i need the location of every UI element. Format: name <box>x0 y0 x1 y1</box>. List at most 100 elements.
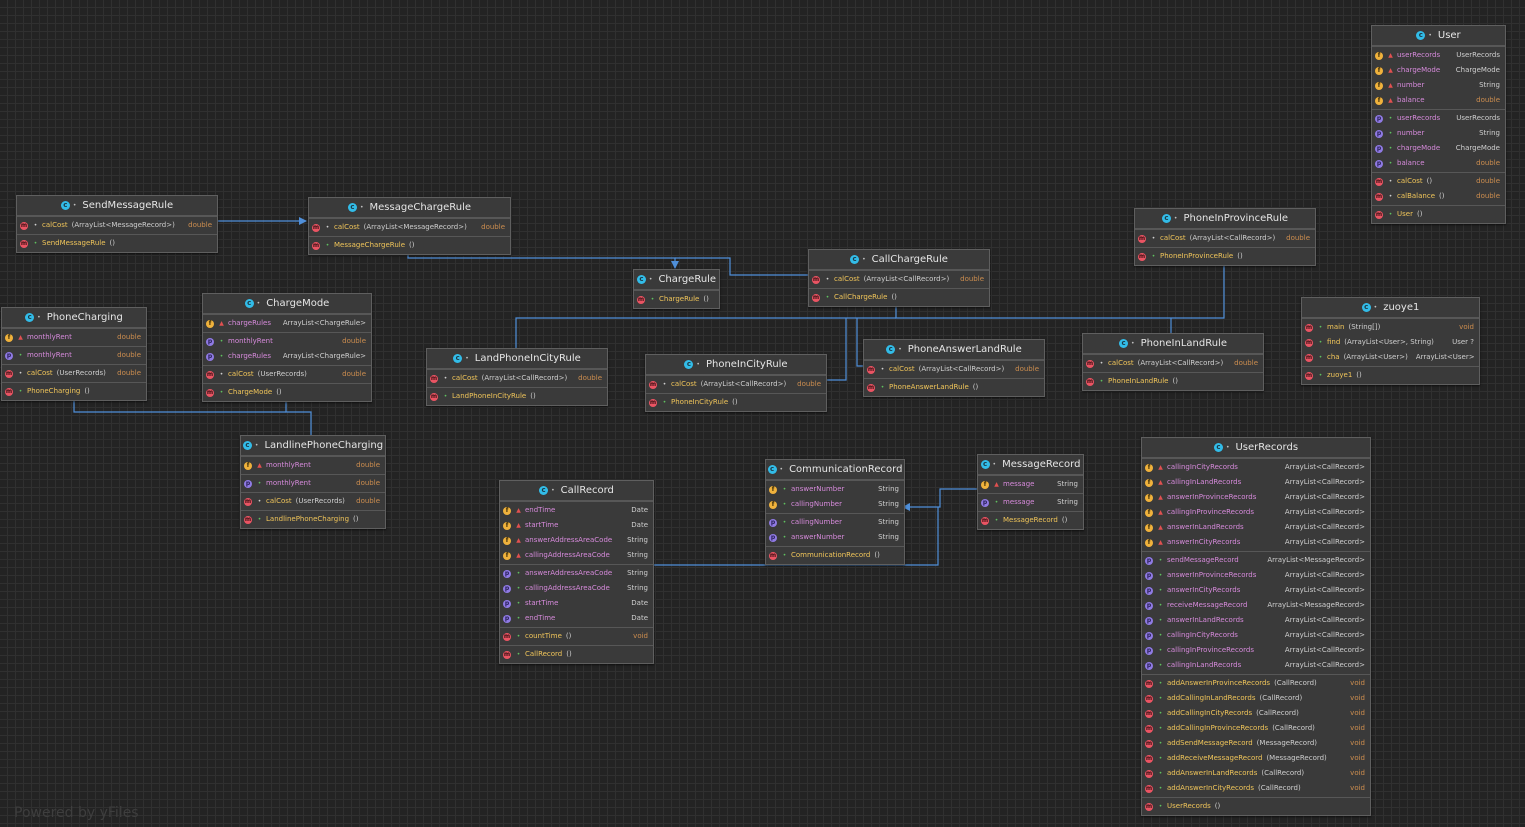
field-row[interactable]: f • callingNumber String <box>766 497 904 512</box>
method-row[interactable]: m • PhoneInCityRule() <box>646 395 826 410</box>
class-header[interactable]: c • zuoye1 <box>1302 298 1479 318</box>
class-header[interactable]: c • ChargeMode <box>203 294 371 314</box>
class-message-charge-rule[interactable]: c • MessageChargeRule m • calCost (ArrayList<M… <box>308 197 511 255</box>
method-row[interactable]: m • calCost (ArrayList<MessageRecord>) doubl… <box>309 220 510 235</box>
class-header[interactable]: c • CommunicationRecord <box>766 460 904 480</box>
method-row[interactable]: m • zuoye1() <box>1302 368 1479 383</box>
class-call-record[interactable]: c • CallRecord f ▲ endTime Date f ▲ startTime Date… <box>499 480 654 664</box>
class-communication-record[interactable]: c • CommunicationRecord f • answerNumber Strin… <box>765 459 905 565</box>
property-row[interactable]: p • callingInCityRecords ArrayList<CallReco… <box>1142 628 1370 643</box>
class-header[interactable]: c • LandlinePhoneCharging <box>241 436 385 456</box>
property-row[interactable]: p • number String <box>1372 126 1505 141</box>
method-row[interactable]: m • PhoneCharging() <box>2 384 146 399</box>
method-row[interactable]: m • ChargeMode() <box>203 385 371 400</box>
method-row[interactable]: m • LandPhoneInCityRule() <box>427 389 607 404</box>
method-row[interactable]: m • calCost() double <box>1372 174 1505 189</box>
class-phone-charging[interactable]: c • PhoneCharging f ▲ monthlyRent double p • mont… <box>1 307 147 401</box>
field-row[interactable]: f ▲ message String <box>978 477 1083 492</box>
field-row[interactable]: f ▲ chargeRules ArrayList<ChargeRule> <box>203 316 371 331</box>
field-row[interactable]: f ▲ monthlyRent double <box>241 458 385 473</box>
method-row[interactable]: m • SendMessageRule() <box>17 236 217 251</box>
property-row[interactable]: p • chargeRules ArrayList<ChargeRule> <box>203 349 371 364</box>
property-row[interactable]: p • monthlyRent double <box>2 348 146 363</box>
property-row[interactable]: p • message String <box>978 495 1083 510</box>
field-row[interactable]: f ▲ answerAddressAreaCode String <box>500 533 653 548</box>
class-call-charge-rule[interactable]: c • CallChargeRule m • calCost (ArrayList<Call… <box>808 249 990 307</box>
field-row[interactable]: f ▲ monthlyRent double <box>2 330 146 345</box>
class-phone-answer-land-rule[interactable]: c • PhoneAnswerLandRule m • calCost (ArrayList… <box>863 339 1045 397</box>
property-row[interactable]: p • answerAddressAreaCode String <box>500 566 653 581</box>
property-row[interactable]: p • chargeMode ChargeMode <box>1372 141 1505 156</box>
property-row[interactable]: p • sendMessageRecord ArrayList<MessageReco… <box>1142 553 1370 568</box>
method-row[interactable]: m • main (String[]) void <box>1302 320 1479 335</box>
class-header[interactable]: c • User <box>1372 26 1505 46</box>
class-zuoye1[interactable]: c • zuoye1 m • main (String[]) void m • find (Array… <box>1301 297 1480 385</box>
property-row[interactable]: p • receiveMessageRecord ArrayList<MessageR… <box>1142 598 1370 613</box>
field-row[interactable]: f ▲ chargeMode ChargeMode <box>1372 63 1505 78</box>
class-phone-in-city-rule[interactable]: c • PhoneInCityRule m • calCost (ArrayList<Cal… <box>645 354 827 412</box>
property-row[interactable]: p • monthlyRent double <box>203 334 371 349</box>
class-header[interactable]: c • PhoneInLandRule <box>1083 334 1263 354</box>
method-row[interactable]: m • addAnswerInLandRecords (CallRecord) void <box>1142 766 1370 781</box>
method-row[interactable]: m • calCost (UserRecords) double <box>2 366 146 381</box>
method-row[interactable]: m • addCallingInLandRecords (CallRecord) voi… <box>1142 691 1370 706</box>
class-message-record[interactable]: c • MessageRecord f ▲ message String p • message S… <box>977 454 1084 530</box>
class-header[interactable]: c • CallRecord <box>500 481 653 501</box>
field-row[interactable]: f ▲ answerInProvinceRecords ArrayList<CallR… <box>1142 490 1370 505</box>
property-row[interactable]: p • userRecords UserRecords <box>1372 111 1505 126</box>
property-row[interactable]: p • callingInLandRecords ArrayList<CallReco… <box>1142 658 1370 673</box>
method-row[interactable]: m • addReceiveMessageRecord (MessageRecord)… <box>1142 751 1370 766</box>
method-row[interactable]: m • countTime() void <box>500 629 653 644</box>
method-row[interactable]: m • calBalance() double <box>1372 189 1505 204</box>
field-row[interactable]: f ▲ startTime Date <box>500 518 653 533</box>
class-landline-phone-charging[interactable]: c • LandlinePhoneCharging f ▲ monthlyRent doub… <box>240 435 386 529</box>
method-row[interactable]: m • ChargeRule() <box>634 292 719 307</box>
field-row[interactable]: f ▲ answerInCityRecords ArrayList<CallRecor… <box>1142 535 1370 550</box>
method-row[interactable]: m • calCost (UserRecords) double <box>203 367 371 382</box>
class-header[interactable]: c • PhoneInProvinceRule <box>1135 209 1315 229</box>
field-row[interactable]: f ▲ endTime Date <box>500 503 653 518</box>
property-row[interactable]: p • answerInLandRecords ArrayList<CallRecor… <box>1142 613 1370 628</box>
class-header[interactable]: c • MessageChargeRule <box>309 198 510 218</box>
class-header[interactable]: c • MessageRecord <box>978 455 1083 475</box>
property-row[interactable]: p • balance double <box>1372 156 1505 171</box>
method-row[interactable]: m • calCost (ArrayList<CallRecord>) double <box>1083 356 1263 371</box>
method-row[interactable]: m • calCost (UserRecords) double <box>241 494 385 509</box>
method-row[interactable]: m • find (ArrayList<User>, String) User ? <box>1302 335 1479 350</box>
class-user-records[interactable]: c • UserRecords f ▲ callingInCityRecords Array… <box>1141 437 1371 816</box>
method-row[interactable]: m • addCallingInCityRecords (CallRecord) voi… <box>1142 706 1370 721</box>
method-row[interactable]: m • CallRecord() <box>500 647 653 662</box>
method-row[interactable]: m • CallChargeRule() <box>809 290 989 305</box>
field-row[interactable]: f ▲ answerInLandRecords ArrayList<CallRecor… <box>1142 520 1370 535</box>
class-header[interactable]: c • UserRecords <box>1142 438 1370 458</box>
class-land-phone-in-city-rule[interactable]: c • LandPhoneInCityRule m • calCost (ArrayList… <box>426 348 608 406</box>
method-row[interactable]: m • MessageChargeRule() <box>309 238 510 253</box>
method-row[interactable]: m • UserRecords() <box>1142 799 1370 814</box>
method-row[interactable]: m • calCost (ArrayList<CallRecord>) double <box>864 362 1044 377</box>
method-row[interactable]: m • calCost (ArrayList<CallRecord>) double <box>1135 231 1315 246</box>
class-send-message-rule[interactable]: c • SendMessageRule m • calCost (ArrayList<Mes… <box>16 195 218 253</box>
class-header[interactable]: c • SendMessageRule <box>17 196 217 216</box>
field-row[interactable]: f ▲ number String <box>1372 78 1505 93</box>
method-row[interactable]: m • PhoneInLandRule() <box>1083 374 1263 389</box>
class-header[interactable]: c • PhoneAnswerLandRule <box>864 340 1044 360</box>
field-row[interactable]: f ▲ userRecords UserRecords <box>1372 48 1505 63</box>
class-header[interactable]: c • ChargeRule <box>634 270 719 290</box>
property-row[interactable]: p • answerInCityRecords ArrayList<CallRecor… <box>1142 583 1370 598</box>
class-phone-in-province-rule[interactable]: c • PhoneInProvinceRule m • calCost (ArrayList… <box>1134 208 1316 266</box>
method-row[interactable]: m • CommunicationRecord() <box>766 548 904 563</box>
method-row[interactable]: m • calCost (ArrayList<CallRecord>) double <box>646 377 826 392</box>
field-row[interactable]: f • answerNumber String <box>766 482 904 497</box>
property-row[interactable]: p • startTime Date <box>500 596 653 611</box>
method-row[interactable]: m • cha (ArrayList<User>) ArrayList<User> <box>1302 350 1479 365</box>
method-row[interactable]: m • addAnswerInProvinceRecords (CallRecord)… <box>1142 676 1370 691</box>
class-header[interactable]: c • PhoneCharging <box>2 308 146 328</box>
field-row[interactable]: f ▲ callingInCityRecords ArrayList<CallReco… <box>1142 460 1370 475</box>
method-row[interactable]: m • calCost (ArrayList<CallRecord>) double <box>427 371 607 386</box>
method-row[interactable]: m • LandlinePhoneCharging() <box>241 512 385 527</box>
field-row[interactable]: f ▲ callingInProvinceRecords ArrayList<Call… <box>1142 505 1370 520</box>
method-row[interactable]: m • PhoneAnswerLandRule() <box>864 380 1044 395</box>
class-phone-in-land-rule[interactable]: c • PhoneInLandRule m • calCost (ArrayList<Cal… <box>1082 333 1264 391</box>
field-row[interactable]: f ▲ callingInLandRecords ArrayList<CallReco… <box>1142 475 1370 490</box>
method-row[interactable]: m • addCallingInProvinceRecords (CallRecord… <box>1142 721 1370 736</box>
